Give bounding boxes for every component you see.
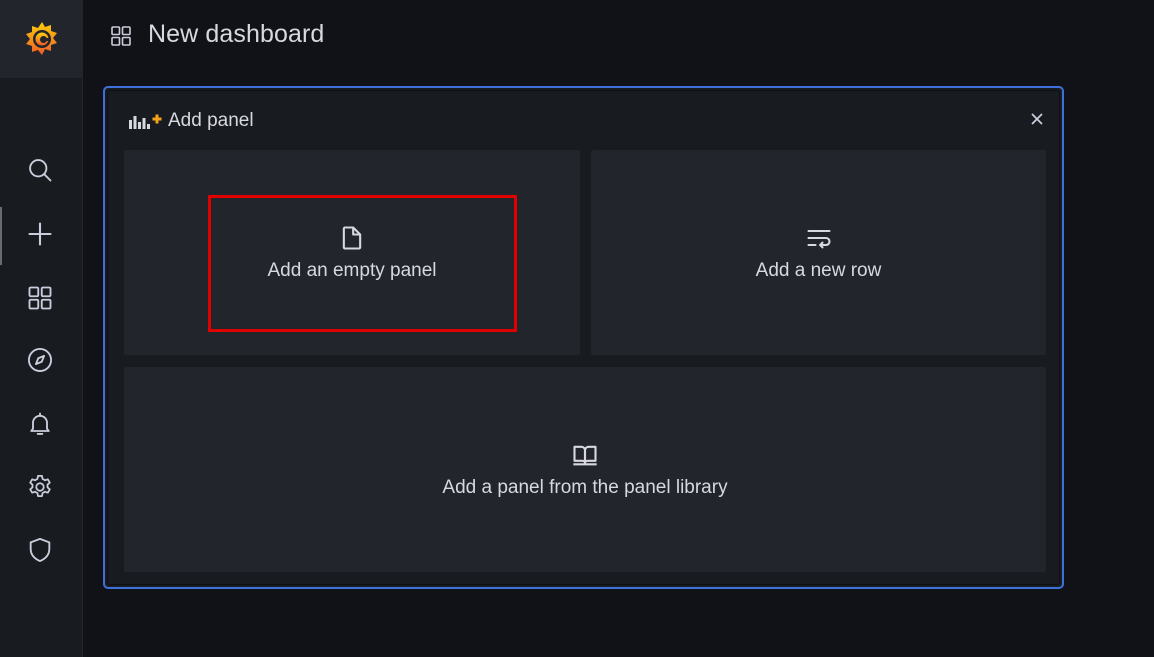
plus-icon [28, 222, 52, 246]
add-empty-panel-label: Add an empty panel [267, 259, 437, 281]
apps-icon [111, 26, 131, 46]
book-open-icon [573, 445, 597, 465]
file-blank-icon [342, 225, 362, 250]
add-from-library-label: Add a panel from the panel library [442, 476, 728, 498]
add-new-row-label: Add a new row [755, 259, 882, 281]
add-empty-panel-button[interactable]: Add an empty panel [124, 150, 580, 355]
sidebar-item-dashboards[interactable] [0, 278, 80, 318]
add-panel-card: Add panel Add an empty panel Add a new r… [103, 86, 1064, 589]
sidebar-item-alerting[interactable] [0, 404, 80, 444]
add-panel-title: Add panel [168, 110, 254, 131]
grafana-logo[interactable] [0, 0, 83, 78]
add-from-library-button[interactable]: Add a panel from the panel library [124, 367, 1046, 572]
page-title[interactable]: New dashboard [148, 20, 324, 49]
bell-icon [30, 412, 50, 435]
close-icon[interactable] [1028, 110, 1046, 128]
add-panel-header: Add panel [128, 110, 254, 132]
sidebar-item-create[interactable] [0, 214, 80, 254]
sidebar-item-configuration[interactable] [0, 467, 80, 507]
apps-icon [28, 286, 52, 310]
sidebar-item-server-admin[interactable] [0, 530, 80, 570]
gear-icon [29, 475, 51, 497]
compass-icon [27, 347, 53, 373]
shield-icon [29, 537, 51, 563]
search-icon [29, 159, 52, 182]
sidebar-item-search[interactable] [0, 150, 80, 190]
sidebar-item-explore[interactable] [0, 340, 80, 380]
sidebar [0, 0, 83, 657]
add-new-row-button[interactable]: Add a new row [591, 150, 1046, 355]
wrap-text-icon [806, 229, 831, 248]
grafana-logo-icon [25, 22, 57, 55]
add-panel-icon [129, 114, 162, 129]
